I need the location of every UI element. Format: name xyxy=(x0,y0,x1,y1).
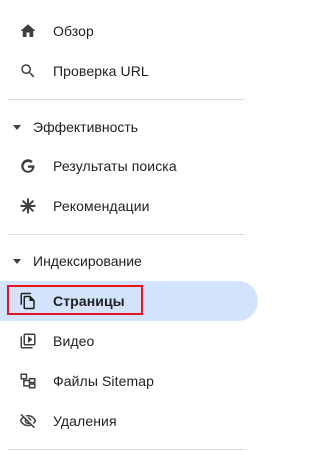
nav-item-label: Видео xyxy=(53,333,95,349)
caret-down-icon xyxy=(13,124,21,130)
section-indexing[interactable]: Индексирование xyxy=(0,243,258,279)
divider xyxy=(8,234,245,235)
nav-item-video[interactable]: Видео xyxy=(0,321,258,361)
divider xyxy=(8,449,245,450)
nav-item-sitemaps[interactable]: Файлы Sitemap xyxy=(0,361,258,401)
nav-item-label: Удаления xyxy=(53,413,117,429)
sitemap-icon xyxy=(17,370,39,392)
search-icon xyxy=(17,60,39,82)
pages-icon xyxy=(17,290,39,312)
nav-item-url-inspection[interactable]: Проверка URL xyxy=(0,51,258,91)
section-label: Эффективность xyxy=(33,119,139,135)
nav-item-removals[interactable]: Удаления xyxy=(0,401,258,441)
nav-item-label: Рекомендации xyxy=(53,198,150,214)
caret-down-icon xyxy=(13,258,21,264)
nav-item-label: Результаты поиска xyxy=(53,158,177,174)
nav-item-overview[interactable]: Обзор xyxy=(0,11,258,51)
nav-item-pages[interactable]: Страницы xyxy=(0,281,258,321)
nav-item-label: Страницы xyxy=(53,293,125,309)
nav-item-label: Файлы Sitemap xyxy=(53,373,155,389)
nav-item-label: Проверка URL xyxy=(53,63,149,79)
google-g-icon xyxy=(17,155,39,177)
video-pages-icon xyxy=(17,330,39,352)
home-icon xyxy=(17,20,39,42)
nav-item-search-results[interactable]: Результаты поиска xyxy=(0,146,258,186)
divider xyxy=(8,99,245,100)
sidebar-nav: Обзор Проверка URL Эффективность Результ… xyxy=(0,0,272,451)
eye-off-icon xyxy=(17,410,39,432)
section-performance[interactable]: Эффективность xyxy=(0,109,258,145)
section-label: Индексирование xyxy=(33,253,142,269)
nav-item-label: Обзор xyxy=(53,23,94,39)
nav-item-recommendations[interactable]: Рекомендации xyxy=(0,186,258,226)
asterisk-icon xyxy=(17,195,39,217)
